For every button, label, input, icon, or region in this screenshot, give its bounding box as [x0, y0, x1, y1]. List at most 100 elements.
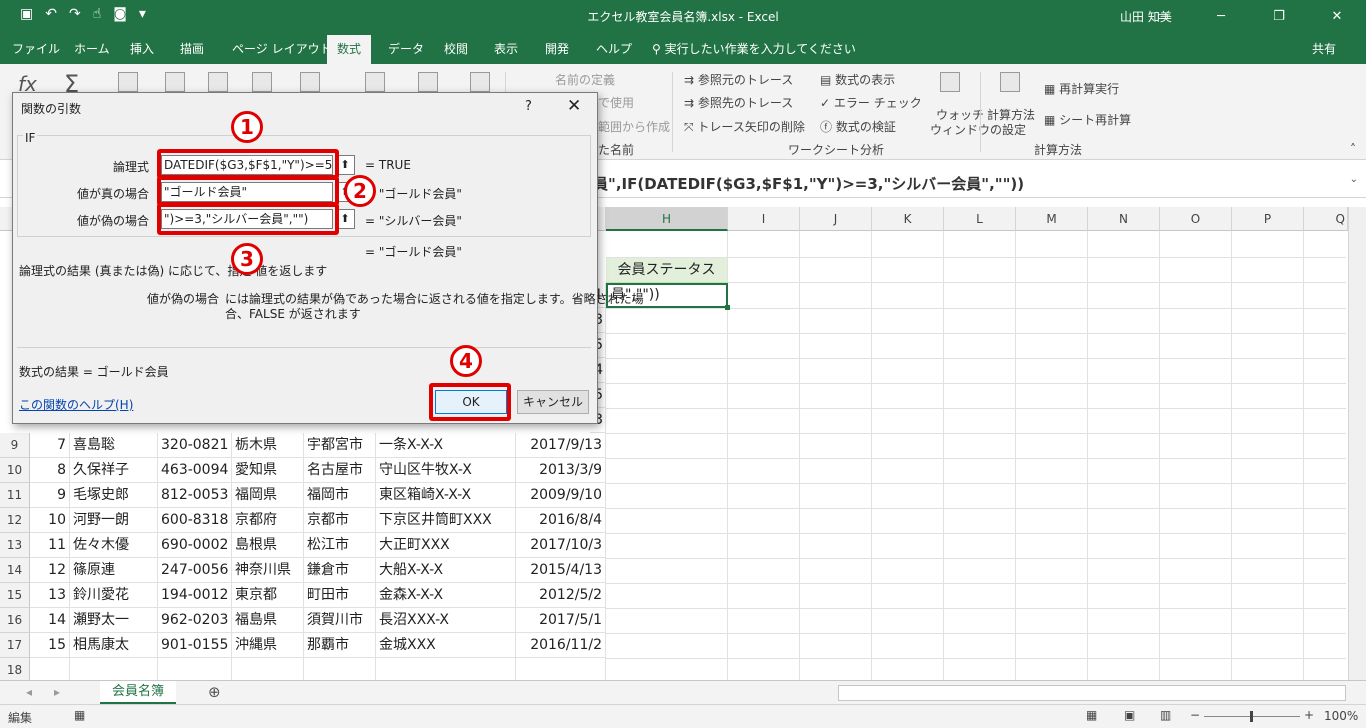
- row-header[interactable]: 9: [0, 433, 30, 458]
- cell-date[interactable]: 2016/8/4: [516, 508, 606, 533]
- cell-name[interactable]: 相馬康太: [70, 633, 158, 658]
- row-header[interactable]: 11: [0, 483, 30, 508]
- tab-data[interactable]: データ: [388, 40, 424, 57]
- normal-view-icon[interactable]: ▦: [1086, 708, 1097, 722]
- column-header-l[interactable]: L: [944, 207, 1016, 231]
- cell-no[interactable]: 13: [30, 583, 70, 608]
- column-header-i[interactable]: I: [728, 207, 800, 231]
- zoom-slider-thumb[interactable]: [1250, 711, 1253, 722]
- close-window-icon[interactable]: ✕: [1308, 0, 1366, 32]
- row-header[interactable]: 13: [0, 533, 30, 558]
- cell-addr[interactable]: 東区箱崎X-X-X: [376, 483, 516, 508]
- tab-help[interactable]: ヘルプ: [596, 40, 632, 57]
- add-sheet-icon[interactable]: ⊕: [208, 683, 221, 701]
- watch-window-label-2[interactable]: ウィンドウ: [930, 121, 990, 138]
- tab-insert[interactable]: 挿入: [130, 40, 154, 57]
- remove-arrows-button[interactable]: ⤧ トレース矢印の削除: [684, 118, 805, 135]
- cell-pref[interactable]: 沖縄県: [232, 633, 304, 658]
- cell-date[interactable]: 2017/10/3: [516, 533, 606, 558]
- column-header-j[interactable]: J: [800, 207, 872, 231]
- tab-review[interactable]: 校閲: [444, 40, 468, 57]
- cell-no[interactable]: 11: [30, 533, 70, 558]
- column-header-q[interactable]: Q: [1304, 207, 1348, 231]
- column-header-n[interactable]: N: [1088, 207, 1160, 231]
- evaluate-formula-button[interactable]: ⓕ 数式の検証: [820, 118, 896, 135]
- cell-zip[interactable]: 901-0155: [158, 633, 232, 658]
- cell-date[interactable]: 2013/3/9: [516, 458, 606, 483]
- cell-city[interactable]: 須賀川市: [304, 608, 376, 633]
- macro-record-icon[interactable]: ▦: [74, 708, 85, 722]
- row-header[interactable]: 15: [0, 583, 30, 608]
- cell-zip[interactable]: 600-8318: [158, 508, 232, 533]
- cell-name[interactable]: 毛塚史郎: [70, 483, 158, 508]
- cell-city[interactable]: 福岡市: [304, 483, 376, 508]
- define-name-button[interactable]: 名前の定義: [555, 71, 615, 88]
- cell-no[interactable]: 12: [30, 558, 70, 583]
- calculate-now-button[interactable]: ▦ 再計算実行: [1044, 80, 1119, 97]
- cell-date[interactable]: 2015/4/13: [516, 558, 606, 583]
- cell-h2[interactable]: 会員ステータス: [606, 258, 728, 283]
- cell-addr[interactable]: 長沼XXX-X: [376, 608, 516, 633]
- fill-handle[interactable]: [725, 305, 730, 310]
- cell-zip[interactable]: 320-0821: [158, 433, 232, 458]
- cell-zip[interactable]: 962-0203: [158, 608, 232, 633]
- restore-icon[interactable]: ❐: [1250, 0, 1308, 32]
- cell-addr[interactable]: 一条X-X-X: [376, 433, 516, 458]
- tell-me-box[interactable]: ⚲ 実行したい作業を入力してください: [652, 40, 856, 57]
- calculation-options-icon[interactable]: [1000, 72, 1020, 92]
- cell-city[interactable]: 名古屋市: [304, 458, 376, 483]
- share-button[interactable]: 共有: [1312, 40, 1336, 57]
- create-from-selection-button[interactable]: 範囲から作成: [598, 118, 670, 135]
- row-header[interactable]: 12: [0, 508, 30, 533]
- cell-date[interactable]: 2012/5/2: [516, 583, 606, 608]
- tab-home[interactable]: ホーム: [74, 40, 110, 57]
- calculation-options-label-2[interactable]: の設定: [990, 121, 1026, 138]
- tab-page-layout[interactable]: ページ レイアウト: [232, 40, 332, 57]
- cell-name[interactable]: 喜島聡: [70, 433, 158, 458]
- show-formulas-button[interactable]: ▤ 数式の表示: [820, 71, 895, 88]
- financial-icon[interactable]: [165, 72, 185, 92]
- cell-pref[interactable]: 島根県: [232, 533, 304, 558]
- math-icon[interactable]: [418, 72, 438, 92]
- cell-date[interactable]: 2016/11/2: [516, 633, 606, 658]
- cell-addr[interactable]: 大正町XXX: [376, 533, 516, 558]
- text-function-icon[interactable]: [252, 72, 272, 92]
- sheet-tab-members[interactable]: 会員名簿: [100, 681, 176, 705]
- row-header[interactable]: 10: [0, 458, 30, 483]
- cell-pref[interactable]: 京都府: [232, 508, 304, 533]
- cell-zip[interactable]: 247-0056: [158, 558, 232, 583]
- trace-dependents-button[interactable]: ⇉ 参照先のトレース: [684, 94, 793, 111]
- cell-addr[interactable]: 守山区牛牧X-X: [376, 458, 516, 483]
- tab-file[interactable]: ファイル: [12, 40, 60, 57]
- cell-zip[interactable]: 812-0053: [158, 483, 232, 508]
- cell-pref[interactable]: 栃木県: [232, 433, 304, 458]
- use-in-formula-button[interactable]: で使用: [598, 94, 634, 111]
- datetime-icon[interactable]: [300, 72, 320, 92]
- cell-city[interactable]: 鎌倉市: [304, 558, 376, 583]
- logical-icon[interactable]: [208, 72, 228, 92]
- error-checking-button[interactable]: ✓ エラー チェック: [820, 94, 922, 111]
- cell-pref[interactable]: 福島県: [232, 608, 304, 633]
- cell-no[interactable]: 14: [30, 608, 70, 633]
- zoom-out-icon[interactable]: −: [1190, 708, 1200, 722]
- next-sheet-icon[interactable]: ▸: [54, 685, 60, 699]
- cell-no[interactable]: 8: [30, 458, 70, 483]
- cell-zip[interactable]: 463-0094: [158, 458, 232, 483]
- trace-precedents-button[interactable]: ⇉ 参照元のトレース: [684, 71, 793, 88]
- tab-formulas[interactable]: 数式: [327, 35, 372, 64]
- cell-zip[interactable]: 194-0012: [158, 583, 232, 608]
- cell-date[interactable]: 2009/9/10: [516, 483, 606, 508]
- cell-name[interactable]: 河野一朗: [70, 508, 158, 533]
- cell-city[interactable]: 那覇市: [304, 633, 376, 658]
- cell-pref[interactable]: 愛知県: [232, 458, 304, 483]
- cell-date[interactable]: 2017/9/13: [516, 433, 606, 458]
- insert-function-icon[interactable]: fx: [18, 72, 38, 96]
- tab-view[interactable]: 表示: [494, 40, 518, 57]
- ribbon-display-icon[interactable]: ▭: [1134, 0, 1192, 32]
- page-layout-view-icon[interactable]: ▣: [1124, 708, 1135, 722]
- prev-sheet-icon[interactable]: ◂: [26, 685, 32, 699]
- close-icon[interactable]: ✕: [567, 96, 581, 116]
- autosum-icon[interactable]: Σ: [64, 70, 84, 98]
- help-icon[interactable]: ?: [525, 99, 532, 114]
- cell-city[interactable]: 町田市: [304, 583, 376, 608]
